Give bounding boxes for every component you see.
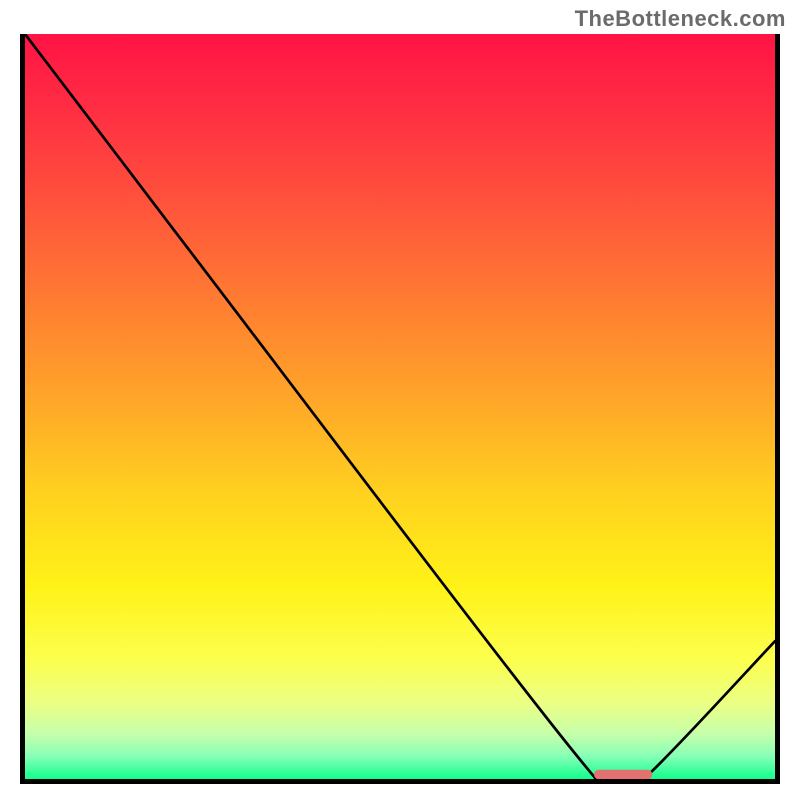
chart-container: TheBottleneck.com bbox=[0, 0, 800, 800]
plot-frame bbox=[20, 34, 780, 784]
gradient-background bbox=[25, 34, 775, 779]
attribution-text: TheBottleneck.com bbox=[575, 6, 786, 32]
